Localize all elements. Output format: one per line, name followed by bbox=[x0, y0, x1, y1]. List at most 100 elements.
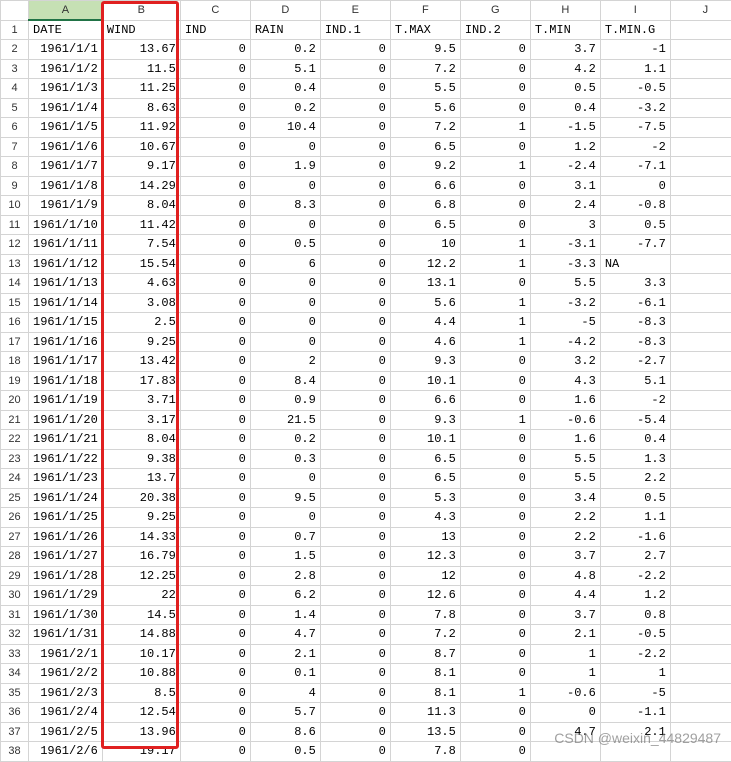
cell-E4[interactable]: 0 bbox=[320, 79, 390, 99]
cell-H29[interactable]: 4.8 bbox=[530, 566, 600, 586]
cell-J26[interactable] bbox=[670, 508, 731, 528]
cell-H9[interactable]: 3.1 bbox=[530, 176, 600, 196]
cell-A28[interactable]: 1961/1/27 bbox=[29, 547, 103, 567]
cell-H33[interactable]: 1 bbox=[530, 644, 600, 664]
cell-I22[interactable]: 0.4 bbox=[600, 430, 670, 450]
cell-E16[interactable]: 0 bbox=[320, 313, 390, 333]
row-header[interactable]: 35 bbox=[1, 683, 29, 703]
cell-D24[interactable]: 0 bbox=[250, 469, 320, 489]
cell-C33[interactable]: 0 bbox=[180, 644, 250, 664]
cell-C3[interactable]: 0 bbox=[180, 59, 250, 79]
cell-G9[interactable]: 0 bbox=[460, 176, 530, 196]
cell-J15[interactable] bbox=[670, 293, 731, 313]
cell-J5[interactable] bbox=[670, 98, 731, 118]
cell-J8[interactable] bbox=[670, 157, 731, 177]
cell-F29[interactable]: 12 bbox=[390, 566, 460, 586]
row-header[interactable]: 15 bbox=[1, 293, 29, 313]
row-header[interactable]: 36 bbox=[1, 703, 29, 723]
cell-I2[interactable]: -1 bbox=[600, 40, 670, 60]
cell-A13[interactable]: 1961/1/12 bbox=[29, 254, 103, 274]
row-header[interactable]: 17 bbox=[1, 332, 29, 352]
cell-C17[interactable]: 0 bbox=[180, 332, 250, 352]
cell-F22[interactable]: 10.1 bbox=[390, 430, 460, 450]
cell-H12[interactable]: -3.1 bbox=[530, 235, 600, 255]
cell-A11[interactable]: 1961/1/10 bbox=[29, 215, 103, 235]
row-header[interactable]: 24 bbox=[1, 469, 29, 489]
cell-C24[interactable]: 0 bbox=[180, 469, 250, 489]
cell-J28[interactable] bbox=[670, 547, 731, 567]
cell-H20[interactable]: 1.6 bbox=[530, 391, 600, 411]
cell-A10[interactable]: 1961/1/9 bbox=[29, 196, 103, 216]
row-header[interactable]: 20 bbox=[1, 391, 29, 411]
cell-A24[interactable]: 1961/1/23 bbox=[29, 469, 103, 489]
cell-G1[interactable]: IND.2 bbox=[460, 20, 530, 40]
column-header-H[interactable]: H bbox=[530, 1, 600, 21]
cell-G14[interactable]: 0 bbox=[460, 274, 530, 294]
cell-B32[interactable]: 14.88 bbox=[102, 625, 180, 645]
cell-G13[interactable]: 1 bbox=[460, 254, 530, 274]
cell-E11[interactable]: 0 bbox=[320, 215, 390, 235]
cell-E36[interactable]: 0 bbox=[320, 703, 390, 723]
cell-D26[interactable]: 0 bbox=[250, 508, 320, 528]
cell-J21[interactable] bbox=[670, 410, 731, 430]
cell-I12[interactable]: -7.7 bbox=[600, 235, 670, 255]
cell-I31[interactable]: 0.8 bbox=[600, 605, 670, 625]
cell-E3[interactable]: 0 bbox=[320, 59, 390, 79]
row-header[interactable]: 3 bbox=[1, 59, 29, 79]
cell-A6[interactable]: 1961/1/5 bbox=[29, 118, 103, 138]
row-header[interactable]: 1 bbox=[1, 20, 29, 40]
cell-G38[interactable]: 0 bbox=[460, 742, 530, 762]
cell-D33[interactable]: 2.1 bbox=[250, 644, 320, 664]
cell-D12[interactable]: 0.5 bbox=[250, 235, 320, 255]
cell-I35[interactable]: -5 bbox=[600, 683, 670, 703]
cell-D15[interactable]: 0 bbox=[250, 293, 320, 313]
cell-G2[interactable]: 0 bbox=[460, 40, 530, 60]
column-header-B[interactable]: B bbox=[102, 1, 180, 21]
cell-I29[interactable]: -2.2 bbox=[600, 566, 670, 586]
cell-F27[interactable]: 13 bbox=[390, 527, 460, 547]
cell-A21[interactable]: 1961/1/20 bbox=[29, 410, 103, 430]
cell-D5[interactable]: 0.2 bbox=[250, 98, 320, 118]
cell-I23[interactable]: 1.3 bbox=[600, 449, 670, 469]
cell-J7[interactable] bbox=[670, 137, 731, 157]
cell-A26[interactable]: 1961/1/25 bbox=[29, 508, 103, 528]
column-header-A[interactable]: A bbox=[29, 1, 103, 21]
cell-E25[interactable]: 0 bbox=[320, 488, 390, 508]
cell-J2[interactable] bbox=[670, 40, 731, 60]
cell-G8[interactable]: 1 bbox=[460, 157, 530, 177]
cell-D23[interactable]: 0.3 bbox=[250, 449, 320, 469]
cell-C36[interactable]: 0 bbox=[180, 703, 250, 723]
cell-B31[interactable]: 14.5 bbox=[102, 605, 180, 625]
cell-F18[interactable]: 9.3 bbox=[390, 352, 460, 372]
cell-J17[interactable] bbox=[670, 332, 731, 352]
cell-J19[interactable] bbox=[670, 371, 731, 391]
cell-D19[interactable]: 8.4 bbox=[250, 371, 320, 391]
cell-C11[interactable]: 0 bbox=[180, 215, 250, 235]
cell-B6[interactable]: 11.92 bbox=[102, 118, 180, 138]
cell-D35[interactable]: 4 bbox=[250, 683, 320, 703]
cell-H19[interactable]: 4.3 bbox=[530, 371, 600, 391]
cell-E35[interactable]: 0 bbox=[320, 683, 390, 703]
cell-I3[interactable]: 1.1 bbox=[600, 59, 670, 79]
cell-D4[interactable]: 0.4 bbox=[250, 79, 320, 99]
cell-F19[interactable]: 10.1 bbox=[390, 371, 460, 391]
cell-F3[interactable]: 7.2 bbox=[390, 59, 460, 79]
cell-F20[interactable]: 6.6 bbox=[390, 391, 460, 411]
cell-E19[interactable]: 0 bbox=[320, 371, 390, 391]
cell-A38[interactable]: 1961/2/6 bbox=[29, 742, 103, 762]
cell-C27[interactable]: 0 bbox=[180, 527, 250, 547]
cell-A18[interactable]: 1961/1/17 bbox=[29, 352, 103, 372]
cell-D22[interactable]: 0.2 bbox=[250, 430, 320, 450]
row-header[interactable]: 32 bbox=[1, 625, 29, 645]
cell-F21[interactable]: 9.3 bbox=[390, 410, 460, 430]
cell-A20[interactable]: 1961/1/19 bbox=[29, 391, 103, 411]
cell-J30[interactable] bbox=[670, 586, 731, 606]
cell-H36[interactable]: 0 bbox=[530, 703, 600, 723]
cell-J25[interactable] bbox=[670, 488, 731, 508]
cell-B9[interactable]: 14.29 bbox=[102, 176, 180, 196]
cell-I16[interactable]: -8.3 bbox=[600, 313, 670, 333]
cell-C31[interactable]: 0 bbox=[180, 605, 250, 625]
cell-J16[interactable] bbox=[670, 313, 731, 333]
cell-E13[interactable]: 0 bbox=[320, 254, 390, 274]
cell-J38[interactable] bbox=[670, 742, 731, 762]
